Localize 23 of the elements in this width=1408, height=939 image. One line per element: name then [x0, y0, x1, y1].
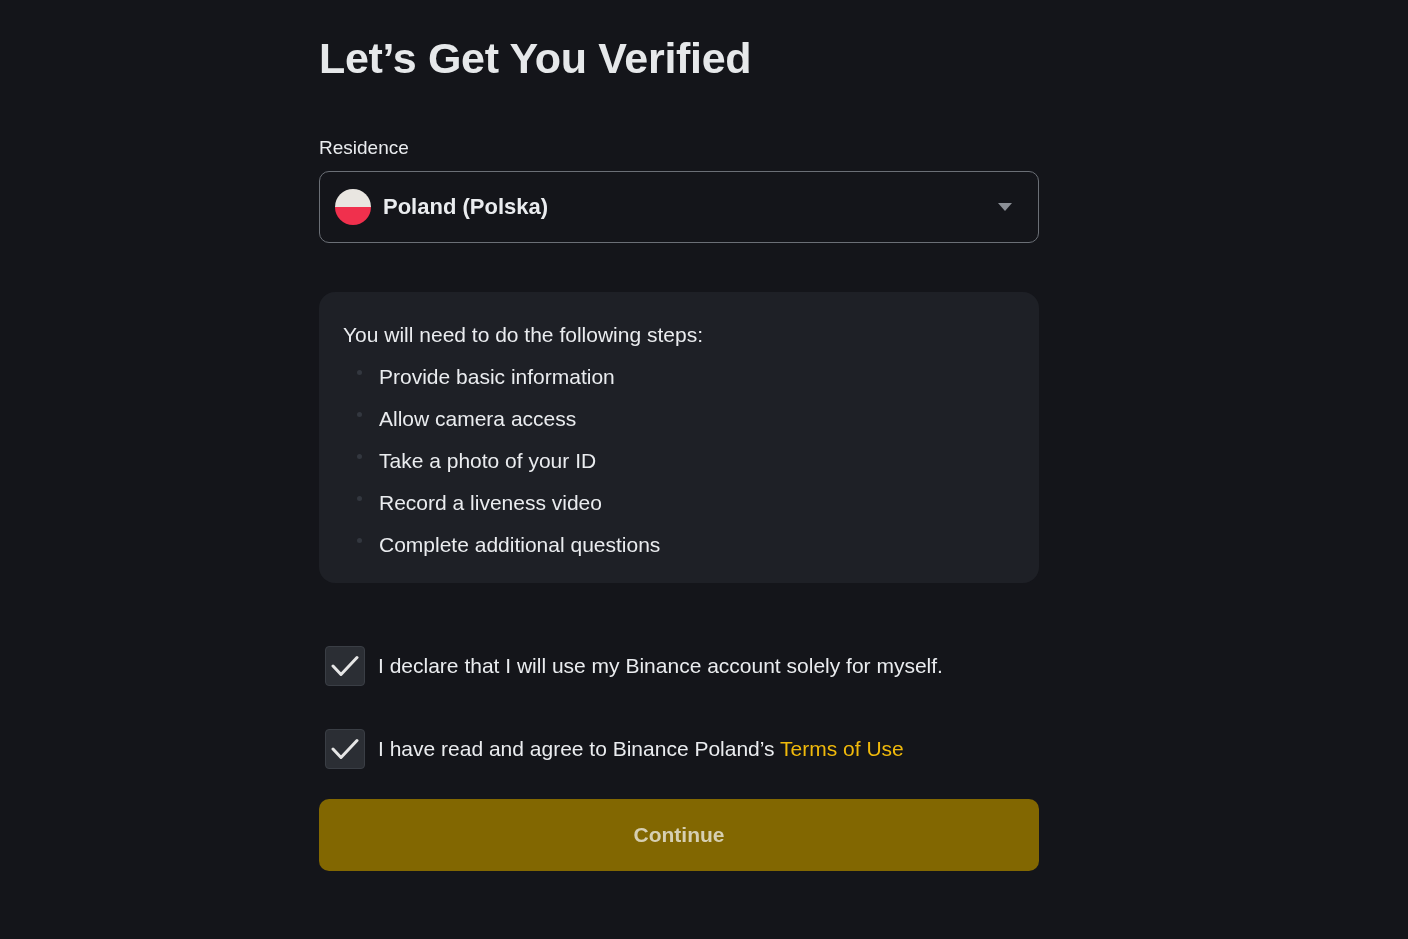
page-title: Let’s Get You Verified — [319, 33, 752, 84]
step-text: Provide basic information — [379, 364, 615, 390]
bullet-icon — [357, 537, 362, 543]
check-icon — [331, 655, 359, 677]
checkbox[interactable] — [325, 646, 365, 686]
check-icon — [331, 738, 359, 760]
step-text: Take a photo of your ID — [379, 448, 597, 474]
field-label: Residence — [319, 136, 409, 160]
terms-link[interactable]: Terms of Use — [780, 737, 904, 760]
steps-intro: You will need to do the following steps: — [343, 322, 703, 348]
bullet-icon — [357, 495, 362, 501]
bullet-icon — [357, 411, 362, 417]
flag-icon — [335, 189, 371, 225]
step-text: Allow camera access — [379, 406, 577, 432]
checkbox[interactable] — [325, 729, 365, 769]
agreement-text: I have read and agree to Binance Poland’s Terms of Use — [378, 736, 904, 762]
agreement-text: I declare that I will use my Binance account solely for myself. — [378, 653, 943, 679]
step-text: Complete additional questions — [379, 532, 661, 558]
bullet-icon — [357, 369, 362, 375]
step-text: Record a liveness video — [379, 490, 602, 516]
bullet-icon — [357, 453, 362, 459]
country-select[interactable]: Poland (Polska) — [319, 171, 1039, 243]
caret-icon — [998, 203, 1012, 211]
